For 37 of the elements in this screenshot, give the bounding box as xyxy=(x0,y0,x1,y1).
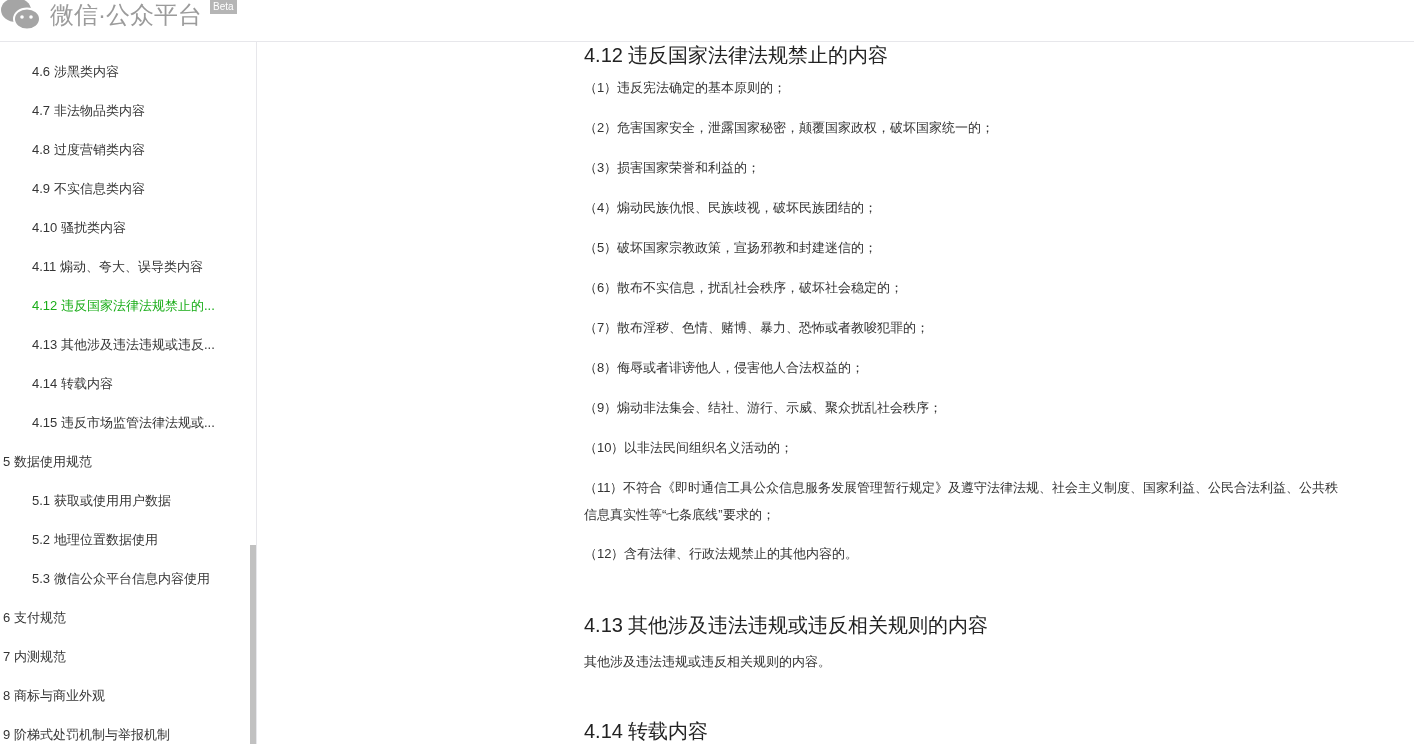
paragraph-line: （7）散布淫秽、色情、赌博、暴力、恐怖或者教唆犯罪的； xyxy=(584,319,931,337)
paragraph-line: （2）危害国家安全，泄露国家秘密，颠覆国家政权，破坏国家统一的； xyxy=(584,119,996,137)
paragraph-line: （12）含有法律、行政法规禁止的其他内容的。 xyxy=(584,545,860,563)
toc-item[interactable]: 4.14 转载内容 xyxy=(0,364,250,403)
paragraph-line: （9）煽动非法集会、结社、游行、示威、聚众扰乱社会秩序； xyxy=(584,399,944,417)
paragraph-line: （8）侮辱或者诽谤他人，侵害他人合法权益的； xyxy=(584,359,866,377)
paragraph-line: （4）煽动民族仇恨、民族歧视，破坏民族团结的； xyxy=(584,199,879,217)
paragraph-line: 其他涉及违法违规或违反相关规则的内容。 xyxy=(584,653,832,671)
toc-item[interactable]: 4.7 非法物品类内容 xyxy=(0,91,250,130)
beta-badge: Beta xyxy=(210,0,237,14)
toc-item[interactable]: 5 数据使用规范 xyxy=(0,442,250,481)
section-heading: 4.12 违反国家法律法规禁止的内容 xyxy=(584,43,890,68)
paragraph-line: （1）违反宪法确定的基本原则的； xyxy=(584,79,788,97)
toc-item[interactable]: 4.10 骚扰类内容 xyxy=(0,208,250,247)
toc-item[interactable]: 4.8 过度营销类内容 xyxy=(0,130,250,169)
toc-item[interactable]: 5.2 地理位置数据使用 xyxy=(0,520,250,559)
paragraph-line: （10）以非法民间组织名义活动的； xyxy=(584,439,795,457)
toc-item[interactable]: 4.13 其他涉及违法违规或违反... xyxy=(0,325,250,364)
scrollbar-thumb[interactable] xyxy=(250,545,256,744)
toc-item[interactable]: 4.15 违反市场监管法律法规或... xyxy=(0,403,250,442)
paragraph-line: （6）散布不实信息，扰乱社会秩序，破坏社会稳定的； xyxy=(584,279,905,297)
paragraph-line: （5）破坏国家宗教政策，宣扬邪教和封建迷信的； xyxy=(584,239,879,257)
toc-item[interactable]: 9 阶梯式处罚机制与举报机制 xyxy=(0,715,250,744)
toc-item[interactable]: 7 内测规范 xyxy=(0,637,250,676)
paragraph-line: 信息真实性等“七条底线”要求的； xyxy=(584,506,776,524)
toc-item[interactable]: 8 商标与商业外观 xyxy=(0,676,250,715)
toc-item[interactable]: 5.3 微信公众平台信息内容使用 xyxy=(0,559,250,598)
toc-item[interactable]: 4.6 涉黑类内容 xyxy=(0,52,250,91)
toc-item[interactable]: 5.1 获取或使用用户数据 xyxy=(0,481,250,520)
logo-text: 微信·公众平台 xyxy=(50,0,202,30)
section-heading: 4.14 转载内容 xyxy=(584,719,710,744)
toc-item[interactable]: 6 支付规范 xyxy=(0,598,250,637)
toc-item[interactable]: 4.9 不实信息类内容 xyxy=(0,169,250,208)
toc-item[interactable]: 4.11 煽动、夸大、误导类内容 xyxy=(0,247,250,286)
paragraph-line: （3）损害国家荣誉和利益的； xyxy=(584,159,762,177)
paragraph-line: （11）不符合《即时通信工具公众信息服务发展管理暂行规定》及遵守法律法规、社会主义制度、国家利益、公民合法利益、公共秩 xyxy=(584,479,1340,497)
section-heading: 4.13 其他涉及违法违规或违反相关规则的内容 xyxy=(584,613,990,638)
